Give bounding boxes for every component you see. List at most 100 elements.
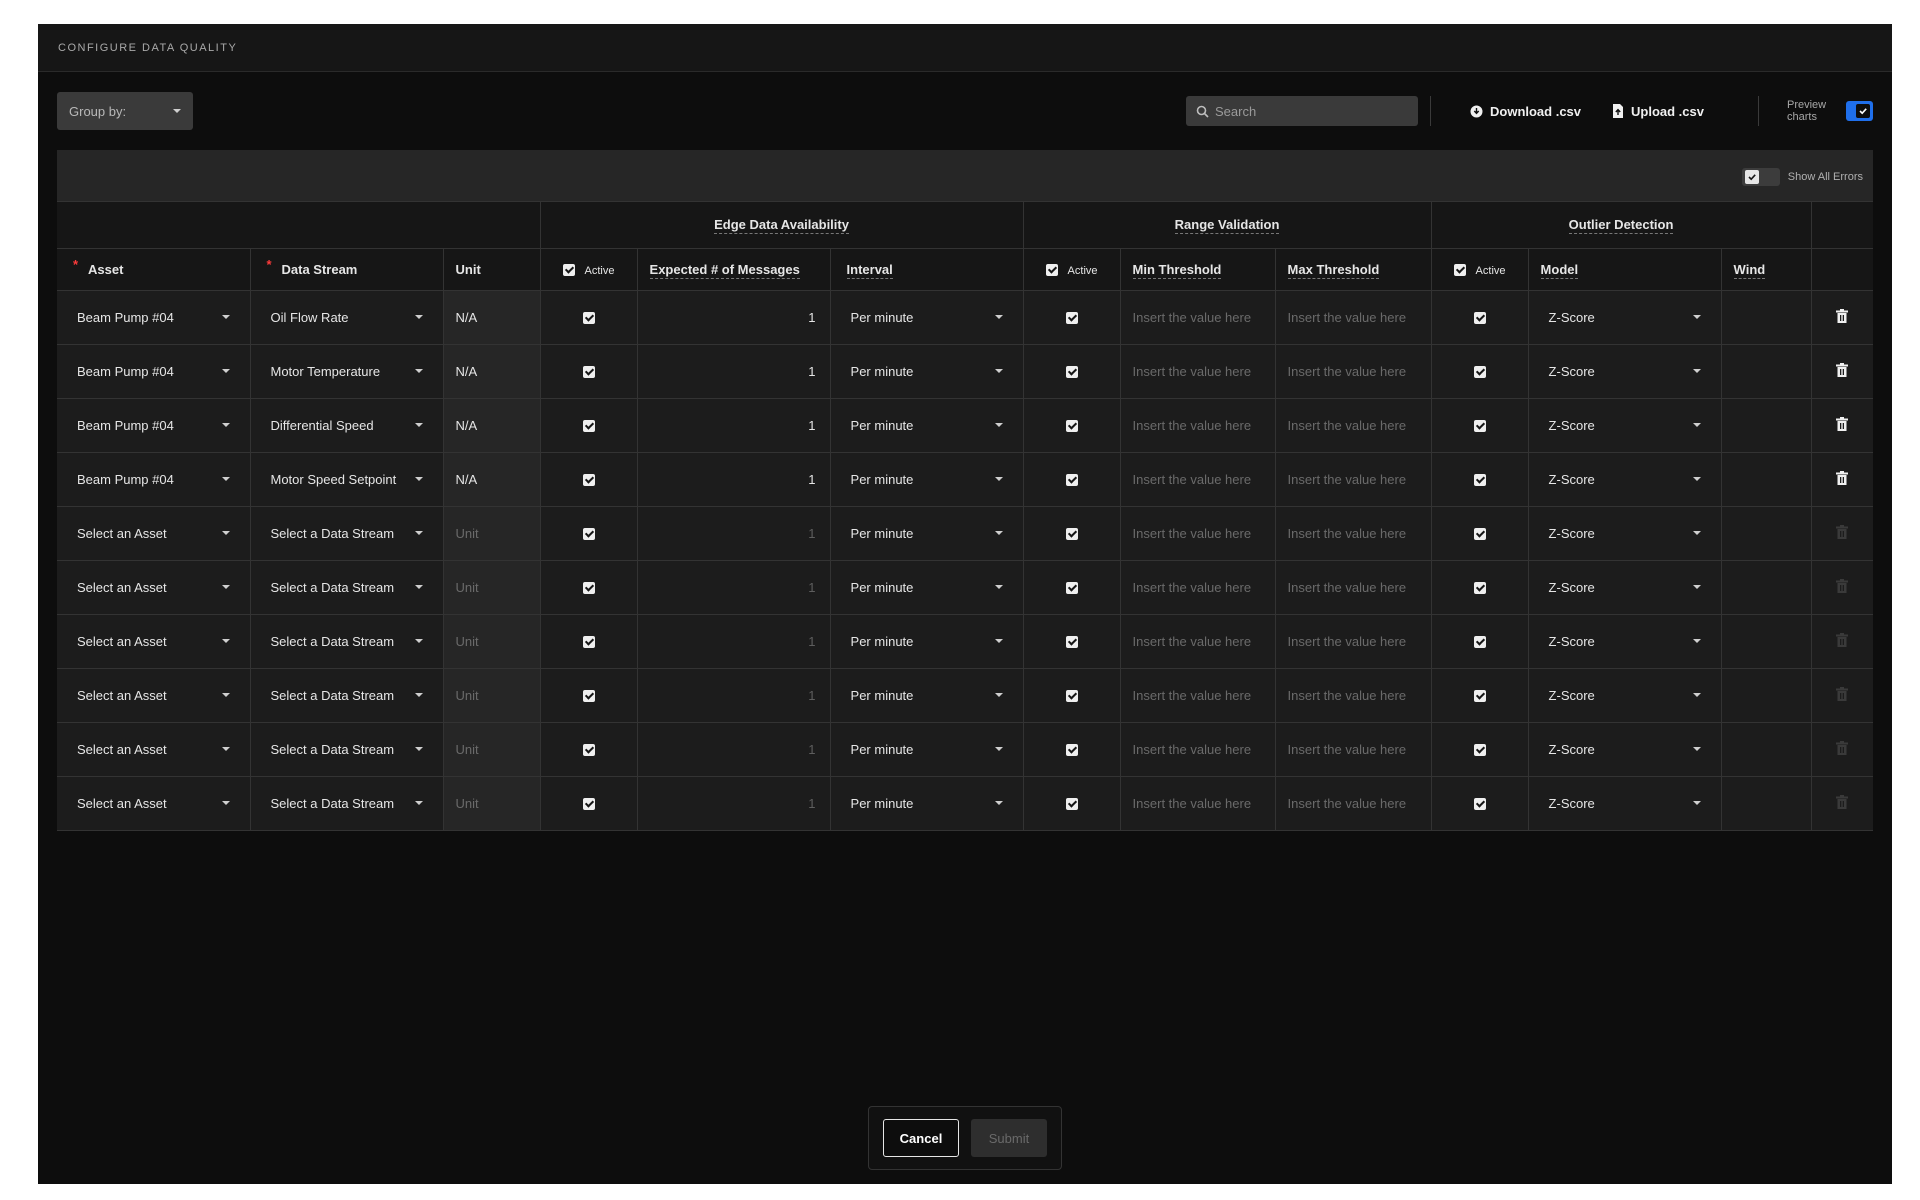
max-threshold-input[interactable]: Insert the value here: [1275, 776, 1432, 831]
submit-button[interactable]: Submit: [971, 1119, 1047, 1157]
show-all-errors-toggle[interactable]: [1741, 168, 1780, 186]
model-select[interactable]: Z-Score: [1528, 722, 1722, 777]
checkbox-checked[interactable]: [582, 420, 595, 433]
expected-messages-input[interactable]: 1: [637, 560, 831, 615]
checkbox-checked[interactable]: [1065, 798, 1078, 811]
checkbox-checked[interactable]: [1065, 474, 1078, 487]
outlier-active-checkbox[interactable]: [1431, 506, 1529, 561]
model-select[interactable]: Z-Score: [1528, 344, 1722, 399]
max-threshold-input[interactable]: Insert the value here: [1275, 614, 1432, 669]
outlier-active-checkbox[interactable]: [1431, 344, 1529, 399]
edge-active-checkbox[interactable]: [540, 398, 638, 453]
window-input[interactable]: [1721, 722, 1812, 777]
range-active-checkbox[interactable]: [1023, 506, 1121, 561]
expected-messages-input[interactable]: 1: [637, 776, 831, 831]
data-stream-select[interactable]: Motor Speed Setpoint: [250, 452, 444, 507]
asset-select[interactable]: Beam Pump #04: [57, 398, 251, 453]
interval-select[interactable]: Per minute: [830, 668, 1024, 723]
search-input[interactable]: [1215, 103, 1405, 119]
asset-select[interactable]: Select an Asset: [57, 722, 251, 777]
search-box[interactable]: [1186, 96, 1418, 126]
col-edge-active[interactable]: Active: [540, 248, 638, 291]
interval-select[interactable]: Per minute: [830, 560, 1024, 615]
range-active-checkbox[interactable]: [1023, 614, 1121, 669]
checkbox-checked[interactable]: [1065, 366, 1078, 379]
edge-active-checkbox[interactable]: [540, 290, 638, 345]
min-threshold-input[interactable]: Insert the value here: [1120, 614, 1276, 669]
checkbox-checked[interactable]: [1473, 366, 1486, 379]
checkbox-checked[interactable]: [582, 744, 595, 757]
range-active-checkbox[interactable]: [1023, 560, 1121, 615]
range-active-checkbox[interactable]: [1023, 722, 1121, 777]
asset-select[interactable]: Select an Asset: [57, 560, 251, 615]
checkbox-checked[interactable]: [1065, 420, 1078, 433]
interval-select[interactable]: Per minute: [830, 614, 1024, 669]
window-input[interactable]: [1721, 614, 1812, 669]
edge-active-checkbox[interactable]: [540, 668, 638, 723]
window-input[interactable]: [1721, 452, 1812, 507]
checkbox-checked[interactable]: [1473, 582, 1486, 595]
checkbox-checked[interactable]: [1473, 636, 1486, 649]
max-threshold-input[interactable]: Insert the value here: [1275, 560, 1432, 615]
checkbox-checked[interactable]: [1473, 312, 1486, 325]
group-by-select[interactable]: Group by:: [57, 92, 193, 130]
interval-select[interactable]: Per minute: [830, 290, 1024, 345]
cancel-button[interactable]: Cancel: [883, 1119, 959, 1157]
model-select[interactable]: Z-Score: [1528, 668, 1722, 723]
model-select[interactable]: Z-Score: [1528, 452, 1722, 507]
model-select[interactable]: Z-Score: [1528, 506, 1722, 561]
min-threshold-input[interactable]: Insert the value here: [1120, 668, 1276, 723]
outlier-active-checkbox[interactable]: [1431, 452, 1529, 507]
checkbox-checked[interactable]: [1065, 528, 1078, 541]
edge-active-checkbox[interactable]: [540, 344, 638, 399]
max-threshold-input[interactable]: Insert the value here: [1275, 344, 1432, 399]
max-threshold-input[interactable]: Insert the value here: [1275, 722, 1432, 777]
max-threshold-input[interactable]: Insert the value here: [1275, 290, 1432, 345]
outlier-active-checkbox[interactable]: [1431, 614, 1529, 669]
asset-select[interactable]: Select an Asset: [57, 506, 251, 561]
max-threshold-input[interactable]: Insert the value here: [1275, 452, 1432, 507]
asset-select[interactable]: Select an Asset: [57, 776, 251, 831]
delete-row-button[interactable]: [1811, 452, 1874, 507]
asset-select[interactable]: Beam Pump #04: [57, 452, 251, 507]
expected-messages-input[interactable]: 1: [637, 668, 831, 723]
range-active-checkbox[interactable]: [1023, 344, 1121, 399]
data-stream-select[interactable]: Motor Temperature: [250, 344, 444, 399]
checkbox-checked[interactable]: [582, 798, 595, 811]
min-threshold-input[interactable]: Insert the value here: [1120, 290, 1276, 345]
max-threshold-input[interactable]: Insert the value here: [1275, 668, 1432, 723]
download-csv-button[interactable]: Download .csv: [1470, 96, 1581, 126]
data-stream-select[interactable]: Select a Data Stream: [250, 614, 444, 669]
delete-row-button[interactable]: [1811, 344, 1874, 399]
outlier-active-checkbox[interactable]: [1431, 668, 1529, 723]
edge-active-checkbox[interactable]: [540, 776, 638, 831]
expected-messages-input[interactable]: 1: [637, 344, 831, 399]
data-stream-select[interactable]: Select a Data Stream: [250, 668, 444, 723]
checkbox-checked[interactable]: [582, 636, 595, 649]
checkbox-checked[interactable]: [582, 474, 595, 487]
edge-active-checkbox[interactable]: [540, 452, 638, 507]
model-select[interactable]: Z-Score: [1528, 290, 1722, 345]
checkbox-checked[interactable]: [582, 312, 595, 325]
window-input[interactable]: [1721, 398, 1812, 453]
asset-select[interactable]: Beam Pump #04: [57, 344, 251, 399]
edge-active-checkbox[interactable]: [540, 506, 638, 561]
data-stream-select[interactable]: Select a Data Stream: [250, 722, 444, 777]
checkbox-checked[interactable]: [1473, 690, 1486, 703]
model-select[interactable]: Z-Score: [1528, 560, 1722, 615]
range-active-checkbox[interactable]: [1023, 398, 1121, 453]
window-input[interactable]: [1721, 506, 1812, 561]
edge-active-checkbox[interactable]: [540, 614, 638, 669]
checkbox-checked[interactable]: [582, 690, 595, 703]
min-threshold-input[interactable]: Insert the value here: [1120, 506, 1276, 561]
asset-select[interactable]: Select an Asset: [57, 668, 251, 723]
outlier-active-checkbox[interactable]: [1431, 290, 1529, 345]
checkbox-checked[interactable]: [1065, 582, 1078, 595]
checkbox-checked[interactable]: [1065, 636, 1078, 649]
min-threshold-input[interactable]: Insert the value here: [1120, 776, 1276, 831]
expected-messages-input[interactable]: 1: [637, 722, 831, 777]
asset-select[interactable]: Beam Pump #04: [57, 290, 251, 345]
interval-select[interactable]: Per minute: [830, 506, 1024, 561]
edge-active-checkbox[interactable]: [540, 722, 638, 777]
col-range-active[interactable]: Active: [1023, 248, 1121, 291]
